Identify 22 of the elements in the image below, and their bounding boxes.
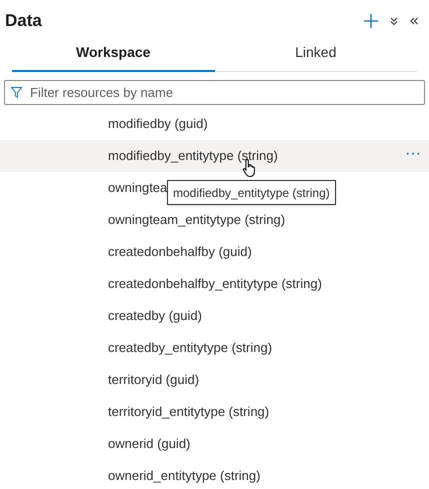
more-button[interactable]: ···: [403, 146, 423, 162]
filter-icon: [11, 87, 22, 98]
panel-title: Data: [5, 10, 42, 32]
tooltip: modifiedby_entitytype (string): [167, 180, 336, 205]
list-item[interactable]: createdby (guid): [108, 306, 202, 326]
list-item[interactable]: createdby_entitytype (string): [108, 338, 272, 358]
list-item[interactable]: modifiedby_entitytype (string): [108, 146, 278, 166]
double-chevron-down-icon[interactable]: [389, 16, 399, 26]
list-item[interactable]: createdonbehalfby (guid): [108, 242, 252, 262]
add-icon[interactable]: [363, 13, 379, 29]
tab[interactable]: Workspace: [12, 34, 214, 72]
list-item[interactable]: modifiedby (guid): [108, 114, 208, 134]
list-item[interactable]: owningtea: [108, 178, 168, 198]
list-item[interactable]: owningteam_entitytype (string): [108, 210, 286, 230]
list-item[interactable]: territoryid (guid): [108, 370, 200, 390]
tab[interactable]: Linked: [214, 34, 417, 72]
double-chevron-left-icon[interactable]: [409, 16, 419, 26]
list-item[interactable]: territoryid_entitytype (string): [108, 402, 270, 422]
list-item[interactable]: ownerid (guid): [108, 434, 190, 454]
filter-field[interactable]: Filter resources by name: [4, 80, 425, 105]
list-item[interactable]: ownerid_entitytype (string): [108, 466, 260, 486]
list-item[interactable]: createdonbehalfby_entitytype (string): [108, 274, 322, 294]
